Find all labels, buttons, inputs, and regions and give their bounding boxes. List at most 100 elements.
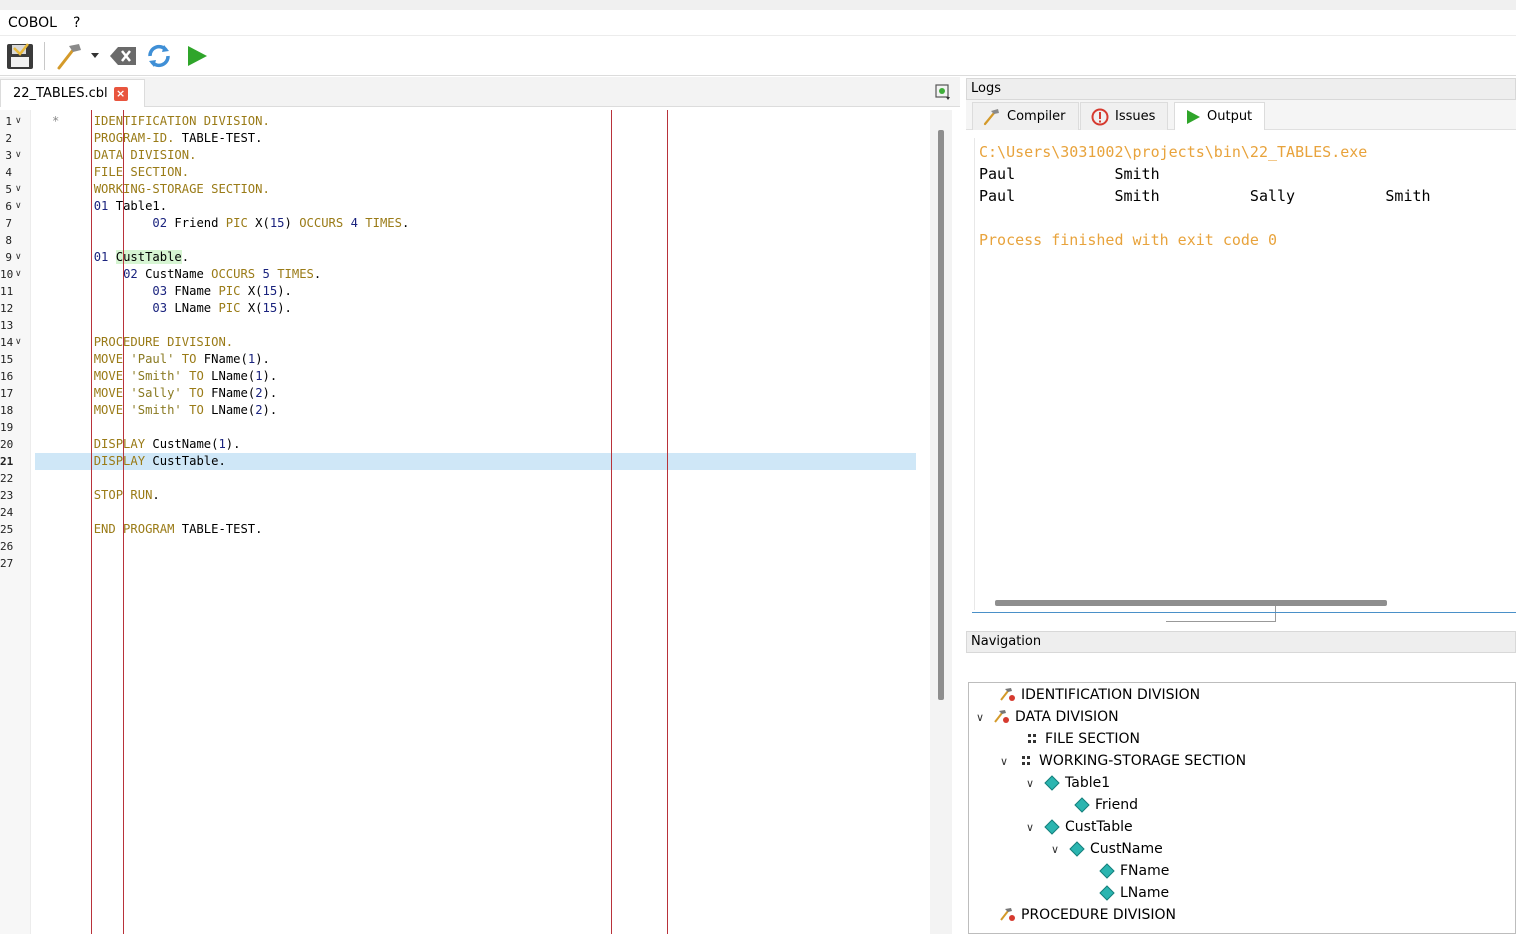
- line-number: 6: [5, 200, 12, 213]
- chevron-down-icon: [91, 53, 99, 58]
- window-top-strip: [0, 0, 1516, 10]
- line-number: 18: [0, 404, 14, 417]
- menu-cobol[interactable]: COBOL: [8, 15, 57, 31]
- compile-button[interactable]: [54, 40, 86, 72]
- tab-issues[interactable]: Issues: [1080, 102, 1169, 130]
- toolbar: [0, 36, 1516, 76]
- fold-chevron-icon[interactable]: ∨: [15, 147, 22, 164]
- chevron-down-icon[interactable]: ∨: [1048, 843, 1062, 856]
- line-number: 1: [5, 115, 12, 128]
- line-number: 11: [0, 285, 14, 298]
- fold-chevron-icon[interactable]: ∨: [15, 249, 22, 266]
- line-number: 15: [0, 353, 14, 366]
- exit-message: Process finished with exit code 0: [979, 231, 1278, 249]
- margin-ruler: [91, 110, 92, 934]
- clear-button[interactable]: [108, 40, 138, 72]
- resize-handle[interactable]: [1166, 606, 1276, 622]
- data-item-icon: [1068, 841, 1086, 857]
- current-code-line: DISPLAY CustTable.: [35, 453, 916, 470]
- warning-icon: [1091, 108, 1109, 125]
- refresh-icon: [148, 44, 170, 68]
- fold-chevron-icon[interactable]: ∨: [15, 334, 22, 351]
- tree-node-data-division[interactable]: ∨ DATA DIVISION: [973, 706, 1119, 728]
- line-number: 27: [0, 557, 14, 570]
- code-line: MOVE 'Smith' TO LName(2).: [93, 403, 278, 417]
- logs-panel-title: Logs: [966, 78, 1516, 100]
- line-number: 2: [5, 132, 12, 145]
- backspace-icon: [110, 47, 136, 65]
- line-number: 4: [5, 166, 12, 179]
- navigation-panel-title: Navigation: [966, 631, 1516, 653]
- tree-node-identification[interactable]: IDENTIFICATION DIVISION: [979, 684, 1200, 706]
- tab-output[interactable]: Output: [1174, 102, 1266, 130]
- chevron-down-icon[interactable]: ∨: [973, 711, 987, 724]
- code-area[interactable]: * IDENTIFICATION DIVISION. PROGRAM-ID. T…: [35, 110, 916, 934]
- hammer-icon: [983, 108, 999, 125]
- code-line: DATA DIVISION.: [93, 148, 197, 162]
- code-line: STOP RUN.: [93, 488, 160, 502]
- tree-node-table1[interactable]: ∨ Table1: [1023, 772, 1110, 794]
- line-number: 20: [0, 438, 14, 451]
- fold-chevron-icon[interactable]: ∨: [15, 198, 22, 215]
- compile-dropdown[interactable]: [88, 40, 102, 72]
- save-button[interactable]: [4, 40, 36, 72]
- code-editor[interactable]: 1 ∨ 2 3 ∨ 4 5 ∨ 6 ∨ 7 8 9 ∨ 10 ∨ 11 12 13 14 ∨ 15 16 17 18 19 20 21…: [0, 110, 930, 934]
- output-console[interactable]: C:\Users\3031002\projects\bin\22_TABLES.…: [974, 138, 1516, 610]
- fold-chevron-icon[interactable]: ∨: [15, 266, 22, 283]
- data-item-icon: [1043, 819, 1061, 835]
- code-line: PROGRAM-ID. TABLE-TEST.: [93, 131, 263, 145]
- tab-issues-label: Issues: [1115, 109, 1156, 124]
- data-item-icon: [1073, 797, 1091, 813]
- run-button[interactable]: [182, 40, 212, 72]
- editor-scrollbar-thumb[interactable]: [938, 130, 944, 700]
- menu-help[interactable]: ?: [73, 15, 80, 31]
- tab-compiler[interactable]: Compiler: [972, 102, 1079, 130]
- fold-chevron-icon[interactable]: ∨: [15, 181, 22, 198]
- hammer-icon: [57, 44, 81, 70]
- line-number: 19: [0, 421, 14, 434]
- panel-divider: [972, 612, 1516, 613]
- data-item-icon: [1098, 885, 1116, 901]
- navigation-tree[interactable]: IDENTIFICATION DIVISION ∨ DATA DIVISION …: [968, 682, 1516, 934]
- tree-node-procedure-division[interactable]: PROCEDURE DIVISION: [979, 904, 1176, 926]
- line-number: 12: [0, 302, 14, 315]
- chevron-down-icon[interactable]: ∨: [997, 755, 1011, 768]
- line-number: 7: [5, 217, 12, 230]
- refresh-button[interactable]: [144, 40, 174, 72]
- division-icon: [999, 687, 1017, 703]
- line-number: 21: [0, 455, 14, 468]
- section-icon: [1017, 753, 1035, 769]
- line-number: 13: [0, 319, 14, 332]
- margin-ruler: [667, 110, 668, 934]
- tree-node-custtable[interactable]: ∨ CustTable: [1023, 816, 1133, 838]
- chevron-down-icon[interactable]: ∨: [1023, 821, 1037, 834]
- division-icon: [993, 709, 1011, 725]
- editor-tab-bar: 22_TABLES.cbl ×: [0, 77, 960, 107]
- line-number-gutter: 1 ∨ 2 3 ∨ 4 5 ∨ 6 ∨ 7 8 9 ∨ 10 ∨ 11 12 13 14 ∨ 15 16 17 18 19 20 21…: [0, 110, 31, 934]
- line-number: 14: [0, 336, 14, 349]
- tree-node-friend[interactable]: Friend: [1053, 794, 1138, 816]
- tree-node-file-section[interactable]: FILE SECTION: [1003, 728, 1140, 750]
- output-hscrollbar-thumb[interactable]: [995, 600, 1387, 606]
- tab-output-label: Output: [1207, 109, 1253, 124]
- close-tab-icon[interactable]: ×: [113, 86, 128, 101]
- file-tab[interactable]: 22_TABLES.cbl ×: [0, 79, 145, 107]
- menu-bar: COBOL ?: [0, 10, 1516, 36]
- code-line: PROCEDURE DIVISION.: [93, 335, 234, 349]
- tab-compiler-label: Compiler: [1007, 109, 1066, 124]
- code-line: MOVE 'Sally' TO FName(2).: [93, 386, 278, 400]
- section-icon: [1023, 731, 1041, 747]
- chevron-down-icon[interactable]: ∨: [1023, 777, 1037, 790]
- code-line: MOVE 'Paul' TO FName(1).: [93, 352, 270, 366]
- tree-node-working-storage[interactable]: ∨ WORKING-STORAGE SECTION: [997, 750, 1246, 772]
- fold-chevron-icon[interactable]: ∨: [15, 113, 22, 130]
- outline-toggle-icon[interactable]: [934, 83, 952, 101]
- tree-node-lname[interactable]: LName: [1078, 882, 1169, 904]
- margin-ruler: [611, 110, 612, 934]
- tree-node-custname[interactable]: ∨ CustName: [1048, 838, 1163, 860]
- line-number: 25: [0, 523, 14, 536]
- tree-node-fname[interactable]: FName: [1078, 860, 1169, 882]
